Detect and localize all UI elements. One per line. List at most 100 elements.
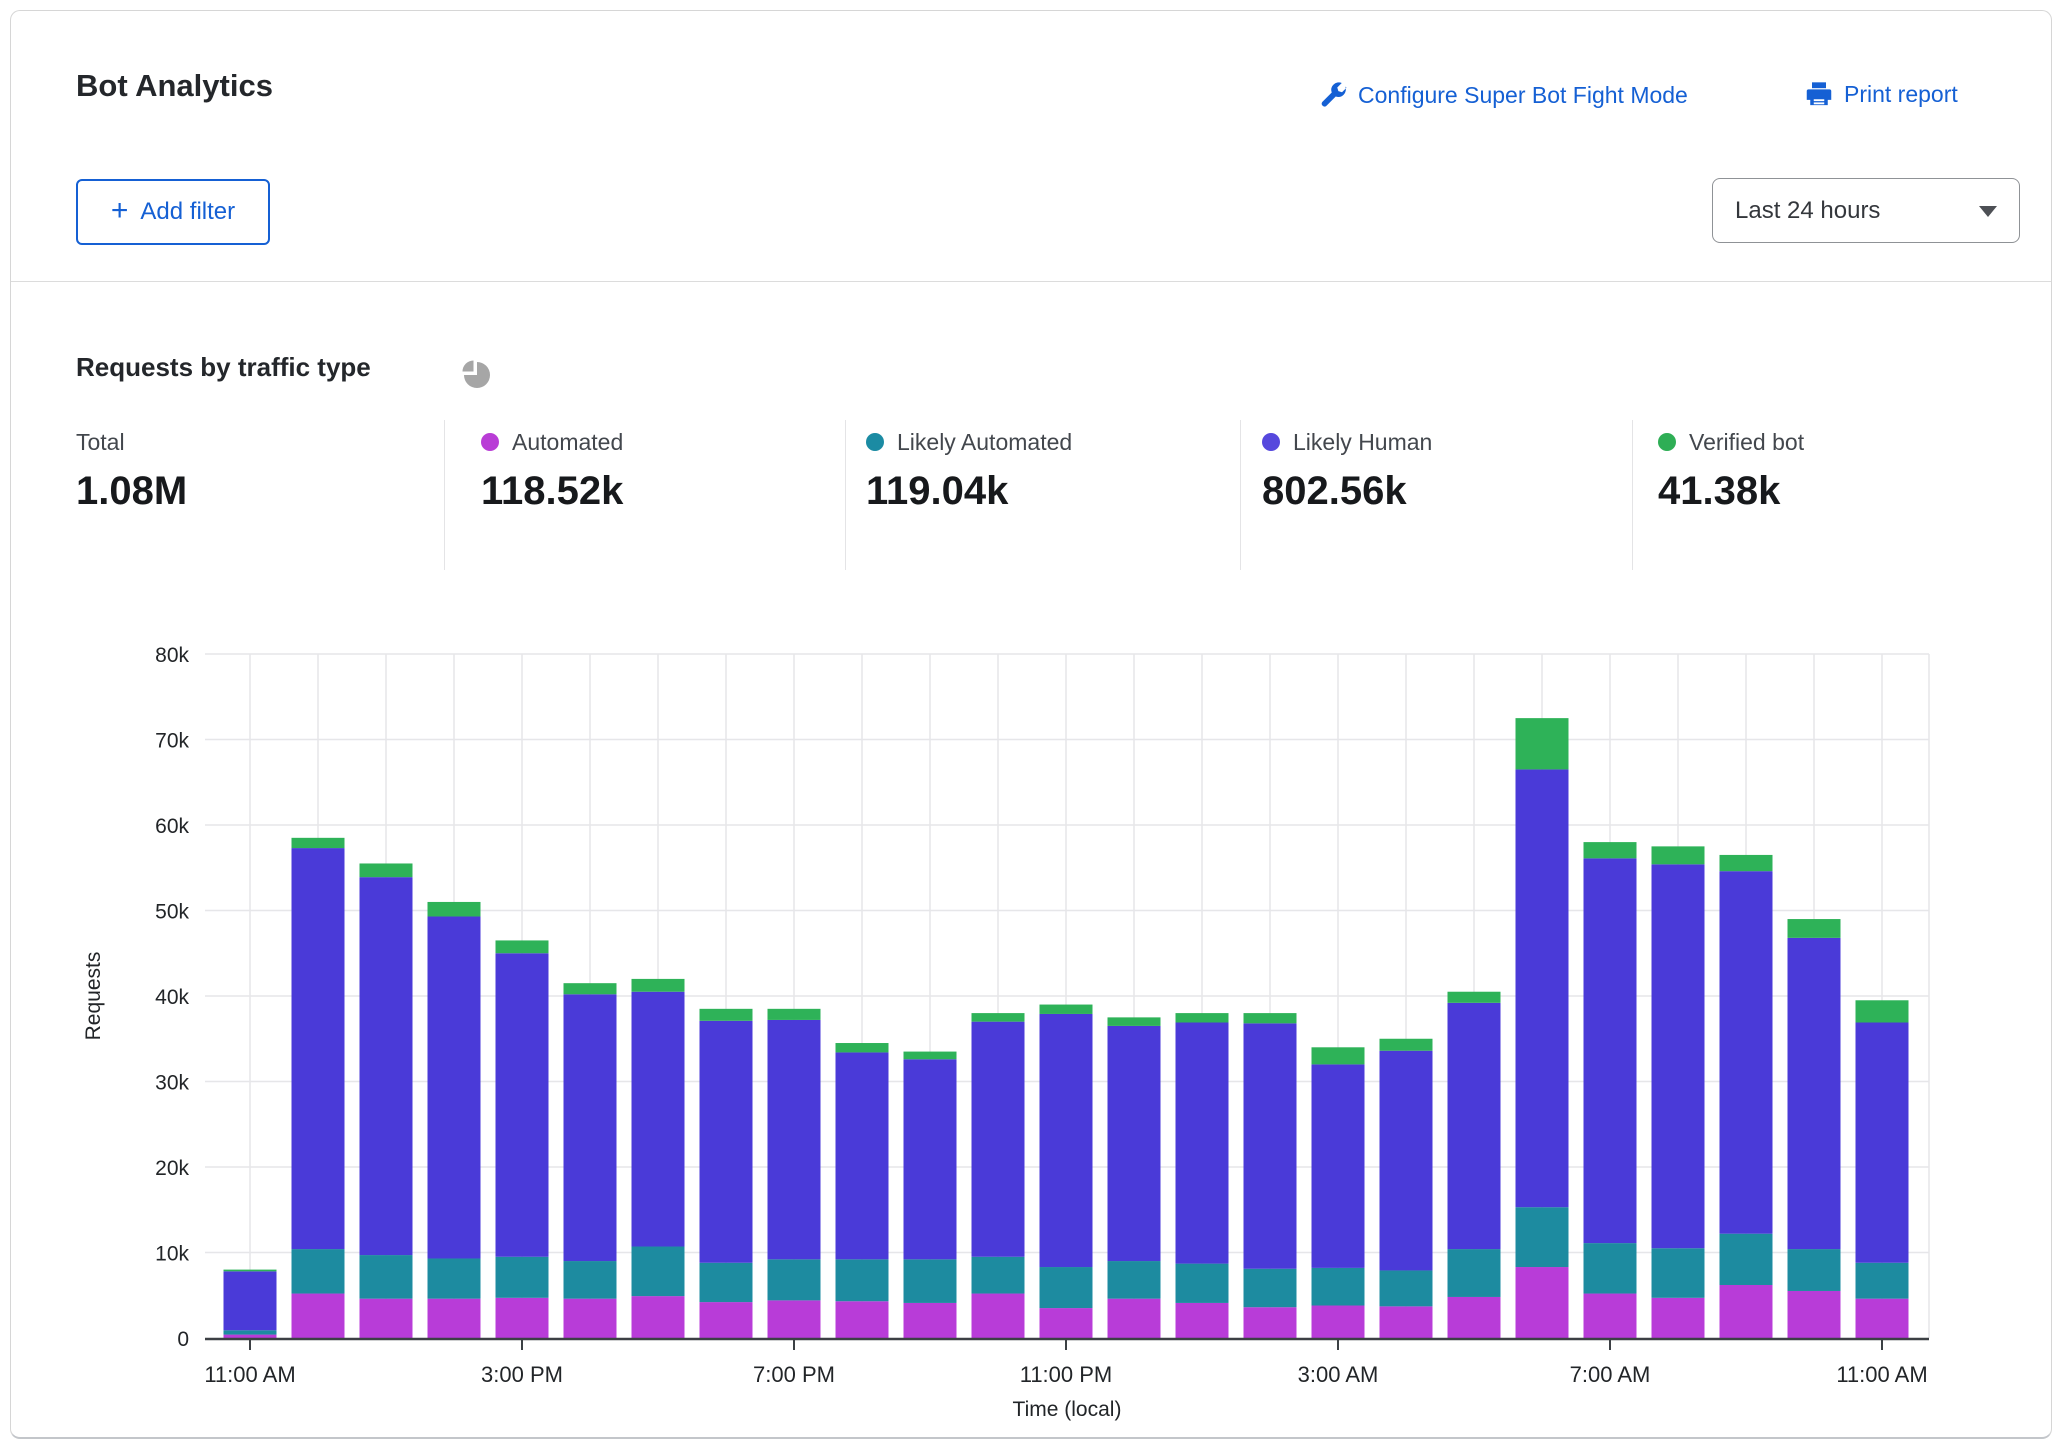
bar-segment-verified-bot[interactable] xyxy=(632,979,685,992)
bar-segment-likely-human[interactable] xyxy=(564,994,617,1261)
bar-segment-likely-human[interactable] xyxy=(1652,864,1705,1248)
bar-segment-likely-human[interactable] xyxy=(1040,1014,1093,1267)
bar-segment-verified-bot[interactable] xyxy=(768,1009,821,1020)
bar-segment-likely-automated[interactable] xyxy=(1176,1264,1229,1303)
bar-segment-automated[interactable] xyxy=(1448,1297,1501,1338)
bar-segment-likely-automated[interactable] xyxy=(1040,1267,1093,1308)
bar-segment-verified-bot[interactable] xyxy=(1584,842,1637,858)
bar-segment-likely-human[interactable] xyxy=(1244,1023,1297,1268)
bar-segment-automated[interactable] xyxy=(1584,1294,1637,1338)
bar-segment-likely-automated[interactable] xyxy=(428,1258,481,1298)
bar-segment-verified-bot[interactable] xyxy=(904,1052,957,1060)
bar-segment-automated[interactable] xyxy=(1652,1298,1705,1338)
bar-segment-likely-human[interactable] xyxy=(632,992,685,1247)
bar-segment-likely-human[interactable] xyxy=(1448,1003,1501,1249)
bar-segment-likely-human[interactable] xyxy=(1516,769,1569,1207)
bar-segment-automated[interactable] xyxy=(1244,1307,1297,1338)
bar-segment-automated[interactable] xyxy=(496,1298,549,1338)
bar-segment-verified-bot[interactable] xyxy=(564,983,617,994)
requests-by-traffic-type-chart[interactable]: 010k20k30k40k50k60k70k80k11:00 AM3:00 PM… xyxy=(0,0,2062,1450)
bar-segment-likely-automated[interactable] xyxy=(564,1261,617,1299)
bar-segment-automated[interactable] xyxy=(700,1302,753,1338)
bar-segment-likely-human[interactable] xyxy=(1108,1026,1161,1261)
bar-segment-likely-human[interactable] xyxy=(972,1022,1025,1257)
bar-segment-automated[interactable] xyxy=(1176,1303,1229,1338)
bar-segment-likely-automated[interactable] xyxy=(1516,1207,1569,1267)
bar-segment-verified-bot[interactable] xyxy=(1108,1017,1161,1026)
bar-segment-likely-automated[interactable] xyxy=(1312,1268,1365,1306)
bar-segment-likely-automated[interactable] xyxy=(1108,1261,1161,1299)
bar-segment-verified-bot[interactable] xyxy=(972,1013,1025,1022)
bar-segment-likely-automated[interactable] xyxy=(496,1257,549,1298)
bar-segment-likely-automated[interactable] xyxy=(360,1255,413,1299)
bar-segment-likely-human[interactable] xyxy=(1176,1023,1229,1264)
bar-segment-automated[interactable] xyxy=(1380,1306,1433,1338)
bar-segment-likely-human[interactable] xyxy=(700,1021,753,1263)
bar-segment-likely-human[interactable] xyxy=(836,1052,889,1259)
bar-segment-automated[interactable] xyxy=(836,1301,889,1338)
bar-segment-automated[interactable] xyxy=(224,1335,277,1338)
bar-segment-automated[interactable] xyxy=(972,1294,1025,1338)
bar-segment-verified-bot[interactable] xyxy=(1516,718,1569,769)
bar-segment-likely-automated[interactable] xyxy=(904,1259,957,1303)
bar-segment-automated[interactable] xyxy=(1788,1291,1841,1338)
bar-segment-likely-automated[interactable] xyxy=(292,1249,345,1293)
bar-segment-likely-automated[interactable] xyxy=(1448,1249,1501,1297)
bar-segment-verified-bot[interactable] xyxy=(836,1043,889,1052)
bar-segment-automated[interactable] xyxy=(632,1296,685,1338)
bar-segment-likely-human[interactable] xyxy=(428,916,481,1258)
bar-segment-likely-automated[interactable] xyxy=(1856,1263,1909,1299)
bar-segment-automated[interactable] xyxy=(1108,1299,1161,1338)
bar-segment-verified-bot[interactable] xyxy=(1244,1013,1297,1023)
bar-segment-verified-bot[interactable] xyxy=(1720,855,1773,871)
bar-segment-likely-human[interactable] xyxy=(224,1271,277,1330)
bar-segment-verified-bot[interactable] xyxy=(1788,919,1841,938)
bar-segment-likely-automated[interactable] xyxy=(700,1263,753,1302)
bar-segment-verified-bot[interactable] xyxy=(1040,1005,1093,1014)
bar-segment-likely-human[interactable] xyxy=(1312,1064,1365,1267)
bar-segment-automated[interactable] xyxy=(1040,1308,1093,1338)
bar-segment-likely-human[interactable] xyxy=(1584,858,1637,1243)
bar-segment-verified-bot[interactable] xyxy=(496,940,549,953)
bar-segment-verified-bot[interactable] xyxy=(360,863,413,877)
bar-segment-likely-human[interactable] xyxy=(360,877,413,1255)
bar-segment-verified-bot[interactable] xyxy=(700,1009,753,1021)
bar-segment-verified-bot[interactable] xyxy=(1380,1039,1433,1051)
bar-segment-verified-bot[interactable] xyxy=(292,838,345,848)
bar-segment-likely-automated[interactable] xyxy=(1244,1269,1297,1307)
bar-segment-verified-bot[interactable] xyxy=(1448,992,1501,1003)
bar-segment-likely-human[interactable] xyxy=(292,848,345,1249)
bar-segment-likely-automated[interactable] xyxy=(836,1259,889,1301)
bar-segment-likely-automated[interactable] xyxy=(972,1257,1025,1294)
bar-segment-likely-human[interactable] xyxy=(1788,938,1841,1249)
bar-segment-likely-human[interactable] xyxy=(1720,871,1773,1234)
bar-segment-verified-bot[interactable] xyxy=(1856,1000,1909,1022)
bar-segment-automated[interactable] xyxy=(1856,1299,1909,1338)
bar-segment-likely-automated[interactable] xyxy=(768,1259,821,1300)
bar-segment-likely-automated[interactable] xyxy=(224,1330,277,1334)
bar-segment-automated[interactable] xyxy=(1720,1285,1773,1338)
bar-segment-likely-human[interactable] xyxy=(496,953,549,1257)
bar-segment-verified-bot[interactable] xyxy=(1652,846,1705,864)
bar-segment-likely-automated[interactable] xyxy=(1652,1248,1705,1298)
bar-segment-verified-bot[interactable] xyxy=(428,902,481,917)
bar-segment-automated[interactable] xyxy=(428,1299,481,1338)
bar-segment-likely-human[interactable] xyxy=(904,1059,957,1259)
bar-segment-likely-human[interactable] xyxy=(1856,1023,1909,1263)
bar-segment-likely-human[interactable] xyxy=(768,1020,821,1259)
bar-segment-likely-automated[interactable] xyxy=(1720,1234,1773,1285)
bar-segment-verified-bot[interactable] xyxy=(1312,1047,1365,1064)
bar-segment-automated[interactable] xyxy=(768,1300,821,1338)
bar-segment-automated[interactable] xyxy=(904,1303,957,1338)
bar-segment-likely-human[interactable] xyxy=(1380,1051,1433,1271)
bar-segment-automated[interactable] xyxy=(360,1299,413,1338)
bar-segment-automated[interactable] xyxy=(1312,1306,1365,1338)
bar-segment-automated[interactable] xyxy=(292,1294,345,1338)
bar-segment-likely-automated[interactable] xyxy=(632,1247,685,1297)
bar-segment-verified-bot[interactable] xyxy=(224,1270,277,1272)
bar-segment-automated[interactable] xyxy=(1516,1267,1569,1338)
bar-segment-automated[interactable] xyxy=(564,1299,617,1338)
bar-segment-likely-automated[interactable] xyxy=(1380,1270,1433,1306)
bar-segment-likely-automated[interactable] xyxy=(1788,1249,1841,1291)
bar-segment-likely-automated[interactable] xyxy=(1584,1243,1637,1293)
